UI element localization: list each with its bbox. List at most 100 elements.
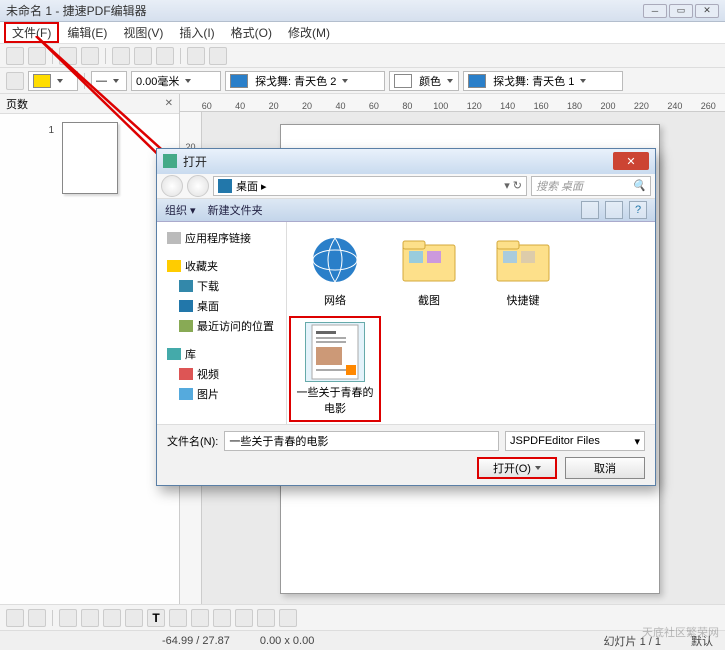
file-item-network[interactable]: 网络	[295, 230, 375, 308]
tree-item-pictures[interactable]: 图片	[161, 384, 282, 404]
view-mode-button[interactable]	[581, 201, 599, 219]
style2-label: 探戈舞: 青天色 1	[493, 73, 574, 89]
tree-item[interactable]: 应用程序链接	[161, 228, 282, 248]
file-item-folder[interactable]: 快捷键	[483, 230, 563, 308]
tree-item-library[interactable]: 库	[161, 344, 282, 364]
tool-icon[interactable]	[187, 47, 205, 65]
toolbar-main	[0, 44, 725, 68]
filename-input[interactable]	[224, 431, 499, 451]
filetype-label: JSPDFEditor Files	[510, 435, 600, 447]
tool-icon[interactable]	[6, 47, 24, 65]
menu-format[interactable]: 格式(O)	[223, 22, 280, 43]
separator	[105, 48, 106, 64]
toolbar-format: — 0.00毫米 探戈舞: 青天色 2 颜色 探戈舞: 青天色 1	[0, 68, 725, 94]
style2-combo[interactable]: 探戈舞: 青天色 1	[463, 71, 623, 91]
pages-panel-header: 页数 ✕	[0, 94, 179, 114]
style1-label: 探戈舞: 青天色 2	[255, 73, 336, 89]
dialog-close-button[interactable]: ✕	[613, 152, 649, 170]
tool-icon[interactable]	[209, 47, 227, 65]
file-item-folder[interactable]: 截图	[389, 230, 469, 308]
folder-tree: 应用程序链接 收藏夹 下载 桌面 最近访问的位置 库 视频 图片	[157, 222, 287, 424]
nav-forward-button[interactable]	[187, 175, 209, 197]
folder-icon	[163, 154, 177, 168]
text-icon[interactable]: T	[147, 609, 165, 627]
file-label: 一些关于青春的电影	[295, 384, 375, 416]
star-icon[interactable]	[279, 609, 297, 627]
arrow-icon[interactable]	[81, 609, 99, 627]
dialog-footer: 文件名(N): JSPDFEditor Files▾ 打开(O) 取消	[157, 424, 655, 485]
color-label: 颜色	[419, 73, 441, 89]
help-button[interactable]: ?	[629, 201, 647, 219]
connector-icon[interactable]	[191, 609, 209, 627]
color-combo[interactable]: 颜色	[389, 71, 459, 91]
filename-label: 文件名(N):	[167, 433, 218, 449]
pdf-icon	[305, 322, 365, 382]
open-button[interactable]: 打开(O)	[477, 457, 557, 479]
titlebar: 未命名 1 - 捷速PDF编辑器 ─ ▭ ✕	[0, 0, 725, 22]
tree-item-video[interactable]: 视频	[161, 364, 282, 384]
separator	[84, 73, 85, 89]
organize-menu[interactable]: 组织 ▾	[165, 202, 196, 218]
folder-icon	[493, 230, 553, 290]
close-button[interactable]: ✕	[695, 4, 719, 18]
line-combo[interactable]: —	[91, 71, 127, 91]
path-bar[interactable]: 桌面 ▸▾ ↻	[213, 176, 527, 196]
tool-icon[interactable]	[112, 47, 130, 65]
shape-icon[interactable]	[213, 609, 231, 627]
font-combo[interactable]	[28, 71, 78, 91]
tree-item-desktop[interactable]: 桌面	[161, 296, 282, 316]
file-item-pdf-selected[interactable]: 一些关于青春的电影	[295, 322, 375, 416]
size-value: 0.00毫米	[136, 73, 179, 89]
file-label: 截图	[418, 292, 440, 308]
view-mode-button[interactable]	[605, 201, 623, 219]
menu-file[interactable]: 文件(F)	[4, 22, 59, 43]
file-label: 快捷键	[507, 292, 540, 308]
dialog-titlebar: 打开 ✕	[157, 149, 655, 174]
separator	[180, 48, 181, 64]
filetype-combo[interactable]: JSPDFEditor Files▾	[505, 431, 645, 451]
curve-icon[interactable]	[169, 609, 187, 627]
tool-icon[interactable]	[59, 47, 77, 65]
tool-icon[interactable]	[156, 47, 174, 65]
rect-icon[interactable]	[103, 609, 121, 627]
panel-close-icon[interactable]: ✕	[165, 98, 173, 109]
menu-view[interactable]: 视图(V)	[115, 22, 171, 43]
nav-back-button[interactable]	[161, 175, 183, 197]
tool-icon[interactable]	[134, 47, 152, 65]
pages-panel: 页数 ✕ 1	[0, 94, 180, 604]
minimize-button[interactable]: ─	[643, 4, 667, 18]
search-placeholder: 搜索 桌面	[536, 178, 583, 194]
menu-edit[interactable]: 编辑(E)	[59, 22, 115, 43]
tool-icon[interactable]	[28, 47, 46, 65]
shape-icon[interactable]	[257, 609, 275, 627]
file-list: 网络 截图 快捷键 一些关于青春的电影	[287, 222, 655, 424]
tree-item-recent[interactable]: 最近访问的位置	[161, 316, 282, 336]
folder-icon	[399, 230, 459, 290]
cancel-button[interactable]: 取消	[565, 457, 645, 479]
statusbar: -64.99 / 27.87 0.00 x 0.00 幻灯片 1 / 1 默认	[0, 630, 725, 650]
thumb-number: 1	[49, 125, 55, 136]
new-folder-button[interactable]: 新建文件夹	[208, 202, 263, 218]
watermark: 天底社区繁荣网	[642, 624, 719, 640]
search-input[interactable]: 搜索 桌面🔍	[531, 176, 651, 196]
app-title: 未命名 1 - 捷速PDF编辑器	[6, 2, 147, 19]
dialog-body: 应用程序链接 收藏夹 下载 桌面 最近访问的位置 库 视频 图片 网络 截图 快…	[157, 222, 655, 424]
tree-item-downloads[interactable]: 下载	[161, 276, 282, 296]
ellipse-icon[interactable]	[125, 609, 143, 627]
shape-icon[interactable]	[235, 609, 253, 627]
tool-icon[interactable]	[28, 609, 46, 627]
style1-combo[interactable]: 探戈舞: 青天色 2	[225, 71, 385, 91]
page-thumbnail[interactable]: 1	[62, 122, 118, 194]
line-icon[interactable]	[59, 609, 77, 627]
maximize-button[interactable]: ▭	[669, 4, 693, 18]
toolbar-bottom: T	[0, 604, 725, 630]
pointer-icon[interactable]	[6, 609, 24, 627]
tree-item-favorites[interactable]: 收藏夹	[161, 256, 282, 276]
menu-modify[interactable]: 修改(M)	[280, 22, 338, 43]
tool-icon[interactable]	[81, 47, 99, 65]
status-size: 0.00 x 0.00	[260, 635, 314, 647]
ruler-horizontal: 6040202040608010012014016018020022024026…	[180, 94, 725, 112]
menu-insert[interactable]: 插入(I)	[171, 22, 222, 43]
size-combo[interactable]: 0.00毫米	[131, 71, 221, 91]
arrow-icon[interactable]	[6, 72, 24, 90]
